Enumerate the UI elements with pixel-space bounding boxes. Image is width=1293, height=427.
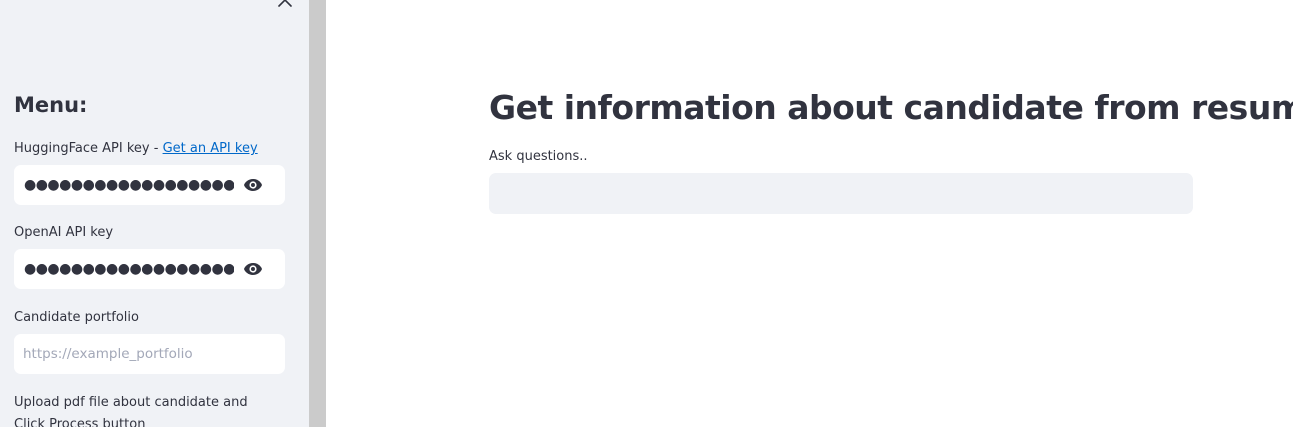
upload-pdf-label: Upload pdf file about candidate and Clic… bbox=[14, 395, 248, 427]
huggingface-key-masked-value: ●●●●●●●●●●●●●●●●●●●●● bbox=[24, 177, 234, 193]
close-icon bbox=[278, 0, 292, 7]
sidebar: Menu: HuggingFace API key - Get an API k… bbox=[0, 0, 309, 427]
eye-icon bbox=[244, 179, 262, 191]
openai-key-field[interactable]: ●●●●●●●●●●●●●●●●●●●●● bbox=[14, 249, 285, 289]
ask-questions-input[interactable] bbox=[489, 173, 1193, 214]
ask-questions-field-wrapper bbox=[489, 173, 1193, 214]
openai-show-password-button[interactable] bbox=[243, 261, 263, 277]
eye-icon bbox=[244, 263, 262, 275]
get-api-key-link[interactable]: Get an API key bbox=[163, 141, 258, 156]
sidebar-scrollbar[interactable] bbox=[309, 0, 326, 427]
candidate-portfolio-input[interactable] bbox=[14, 334, 285, 374]
openai-key-masked-value: ●●●●●●●●●●●●●●●●●●●●● bbox=[24, 261, 234, 277]
close-sidebar-button[interactable] bbox=[276, 0, 294, 9]
huggingface-show-password-button[interactable] bbox=[243, 177, 263, 193]
huggingface-key-label: HuggingFace API key - Get an API key bbox=[14, 141, 258, 156]
huggingface-key-field[interactable]: ●●●●●●●●●●●●●●●●●●●●● bbox=[14, 165, 285, 205]
candidate-portfolio-label: Candidate portfolio bbox=[14, 310, 139, 325]
page-title: Get information about candidate from res… bbox=[489, 88, 1293, 127]
app-root: Menu: HuggingFace API key - Get an API k… bbox=[0, 0, 1293, 427]
huggingface-key-label-text: HuggingFace API key - bbox=[14, 141, 163, 156]
sidebar-menu-title: Menu: bbox=[14, 93, 88, 117]
openai-key-label: OpenAI API key bbox=[14, 225, 114, 240]
candidate-portfolio-field-wrapper bbox=[14, 334, 285, 374]
ask-questions-label: Ask questions.. bbox=[489, 149, 588, 164]
